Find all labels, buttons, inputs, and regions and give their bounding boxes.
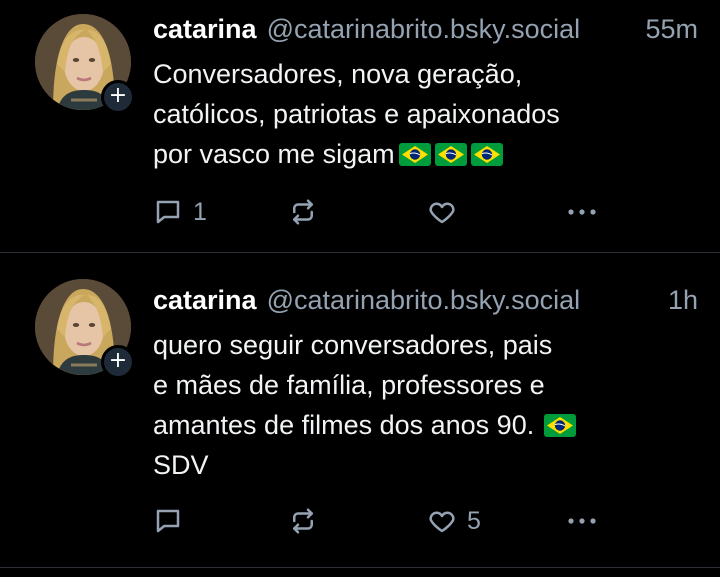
reply-icon (156, 509, 180, 533)
post-header: catarina @catarinabrito.bsky.social 1h (153, 285, 698, 325)
brazil-flag-emoji: 🇧🇷 (471, 143, 503, 166)
like-count: 5 (467, 506, 481, 535)
more-options-button[interactable] (565, 192, 599, 232)
post-header: catarina @catarinabrito.bsky.social 55m (153, 14, 698, 54)
avatar-container[interactable]: + (35, 279, 135, 379)
brazil-flag-emoji: 🇧🇷 (544, 414, 576, 437)
author-handle[interactable]: @catarinabrito.bsky.social (267, 285, 654, 316)
post-actions: 1 (153, 192, 698, 232)
brazil-flag-emoji: 🇧🇷 (435, 143, 467, 166)
heart-icon (429, 511, 455, 533)
post-text: quero seguir conversadores, pais e mães d… (153, 325, 698, 485)
author-name[interactable]: catarina (153, 285, 257, 316)
repost-icon (293, 508, 313, 534)
more-icon (568, 209, 596, 215)
heart-icon (429, 202, 455, 224)
avatar-container[interactable]: + (35, 14, 135, 114)
brazil-flag-emoji: 🇧🇷 (399, 143, 431, 166)
more-options-button[interactable] (565, 501, 599, 541)
like-button[interactable]: 5 (427, 501, 481, 541)
post-text-line: SDV (153, 450, 209, 480)
post-text-line: amantes de filmes dos anos 90.🇧🇷 (153, 405, 698, 445)
reply-button[interactable]: 1 (153, 192, 207, 232)
reply-count: 1 (193, 197, 207, 226)
reply-button[interactable] (153, 501, 193, 541)
post-timestamp[interactable]: 1h (668, 285, 698, 316)
post-text-line: quero seguir conversadores, pais (153, 330, 553, 360)
repost-button[interactable] (288, 192, 328, 232)
reply-icon (156, 200, 180, 224)
repost-button[interactable] (288, 501, 328, 541)
like-button[interactable] (427, 192, 467, 232)
post-content: catarina @catarinabrito.bsky.social 55m … (153, 14, 698, 174)
more-icon (568, 518, 596, 524)
post-timestamp[interactable]: 55m (645, 14, 698, 45)
post-item[interactable]: + catarina @catarinabrito.bsky.social 55… (0, 0, 720, 253)
post-actions: 5 (153, 501, 698, 541)
post-content: catarina @catarinabrito.bsky.social 1h q… (153, 285, 698, 485)
post-text-line: e mães de família, professores e (153, 370, 545, 400)
post-item[interactable]: + catarina @catarinabrito.bsky.social 1h… (0, 253, 720, 568)
author-name[interactable]: catarina (153, 14, 257, 45)
post-text: Conversadores, nova geração, católicos, … (153, 54, 698, 174)
follow-plus-button[interactable]: + (101, 345, 135, 379)
follow-plus-button[interactable]: + (101, 80, 135, 114)
author-handle[interactable]: @catarinabrito.bsky.social (267, 14, 632, 45)
repost-icon (293, 199, 313, 225)
